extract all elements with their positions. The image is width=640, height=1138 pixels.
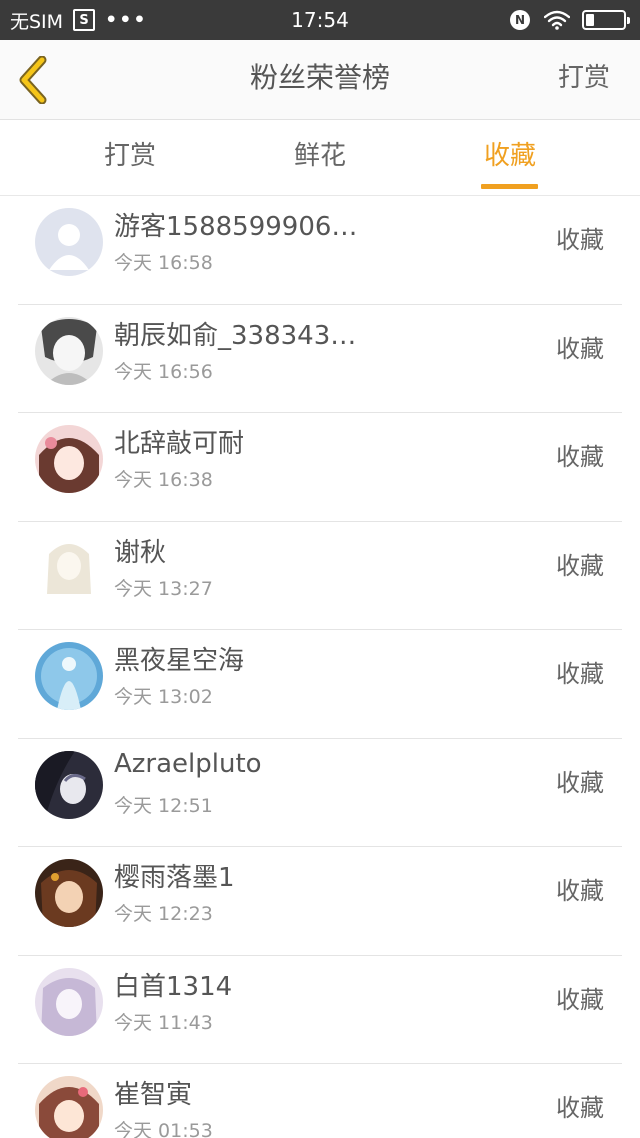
row-action-label: 收藏: [556, 660, 604, 688]
wifi-icon: [544, 10, 570, 30]
list-item[interactable]: 朝辰如俞_338343… 今天 16:56 收藏: [18, 305, 622, 413]
timestamp: 今天 12:23: [114, 903, 213, 925]
list-item[interactable]: 谢秋 今天 13:27 收藏: [18, 522, 622, 630]
user-name: 游客1588599906…: [114, 212, 358, 242]
list-item[interactable]: 黑夜星空海 今天 13:02 收藏: [18, 630, 622, 739]
timestamp: 今天 01:53: [114, 1120, 213, 1138]
tip-button[interactable]: 打赏: [558, 40, 610, 120]
nfc-icon: N: [510, 10, 530, 30]
timestamp: 今天 13:27: [114, 577, 213, 600]
user-name: Azraelpluto: [114, 748, 262, 779]
user-name: 谢秋: [114, 537, 167, 568]
avatar: [35, 316, 103, 385]
tab-tip[interactable]: 打赏: [60, 121, 200, 196]
user-name: 樱雨落墨1: [114, 863, 235, 893]
avatar: [35, 967, 103, 1036]
tab-bar: 打赏 鲜花 收藏: [0, 121, 640, 196]
page-title: 粉丝荣誉榜: [249, 61, 390, 94]
list-item[interactable]: 白首1314 今天 11:43 收藏: [18, 956, 622, 1064]
row-action-label: 收藏: [556, 334, 604, 363]
avatar: [35, 425, 103, 493]
timestamp: 今天 16:56: [114, 360, 213, 383]
status-right: N: [510, 0, 630, 40]
status-bar: 无SIM S ••• 17:54 N: [0, 0, 640, 40]
avatar: [35, 859, 103, 927]
row-action-label: 收藏: [556, 226, 604, 254]
user-name: 朝辰如俞_338343…: [114, 320, 357, 351]
timestamp: 今天 12:51: [114, 794, 213, 817]
avatar: [35, 642, 103, 710]
fan-list: 游客1588599906… 今天 16:58 收藏 朝辰如俞_338343… 今…: [0, 196, 640, 1138]
header-bar: 粉丝荣誉榜 打赏: [0, 40, 640, 120]
timestamp: 今天 16:58: [114, 252, 213, 274]
user-name: 白首1314: [114, 971, 233, 1002]
list-item[interactable]: Azraelpluto 今天 12:51 收藏: [18, 739, 622, 847]
timestamp: 今天 16:38: [114, 469, 213, 491]
row-action-label: 收藏: [556, 1094, 604, 1122]
active-tab-indicator: [481, 184, 538, 189]
avatar: [35, 208, 103, 276]
battery-icon: [582, 10, 630, 30]
user-name: 崔智寅: [114, 1080, 193, 1110]
timestamp: 今天 11:43: [114, 1011, 213, 1034]
avatar: [35, 1076, 103, 1138]
tab-flowers[interactable]: 鲜花: [250, 121, 390, 196]
list-item[interactable]: 游客1588599906… 今天 16:58 收藏: [18, 196, 622, 305]
user-name: 黑夜星空海: [114, 646, 245, 676]
row-action-label: 收藏: [556, 443, 604, 471]
avatar: [35, 533, 103, 602]
list-item[interactable]: 北辞敲可耐 今天 16:38 收藏: [18, 413, 622, 522]
row-action-label: 收藏: [556, 551, 604, 580]
list-item[interactable]: 樱雨落墨1 今天 12:23 收藏: [18, 847, 622, 956]
row-action-label: 收藏: [556, 877, 604, 905]
user-name: 北辞敲可耐: [114, 429, 245, 459]
avatar: [35, 750, 103, 819]
row-action-label: 收藏: [556, 985, 604, 1014]
row-action-label: 收藏: [556, 768, 604, 797]
timestamp: 今天 13:02: [114, 686, 213, 708]
list-item[interactable]: 崔智寅 今天 01:53 收藏: [18, 1064, 622, 1138]
